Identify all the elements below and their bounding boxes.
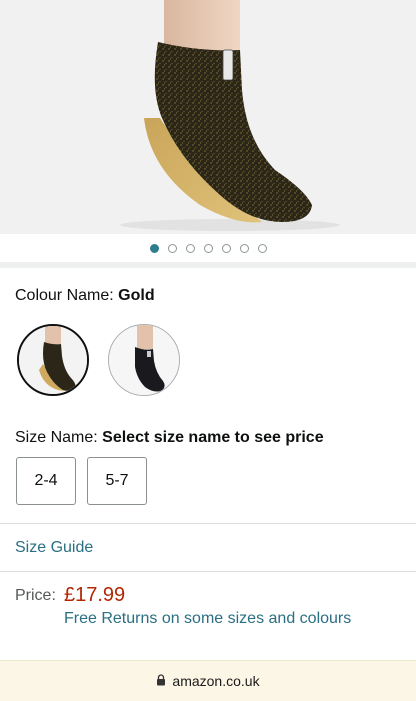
size-label-row: Size Name: Select size name to see price xyxy=(15,428,324,448)
colour-swatch-black[interactable] xyxy=(108,324,180,396)
carousel-dot[interactable] xyxy=(149,243,159,253)
size-button-2-4[interactable]: 2-4 xyxy=(16,457,76,505)
colour-label: Colour Name: xyxy=(15,287,114,304)
section-divider xyxy=(0,262,416,268)
browser-url: amazon.co.uk xyxy=(172,673,260,689)
carousel-dots xyxy=(0,240,416,256)
colour-swatch-gold[interactable] xyxy=(17,324,89,396)
size-button-label: 5-7 xyxy=(105,472,129,489)
product-photo xyxy=(120,0,340,231)
carousel-dot[interactable] xyxy=(257,243,267,253)
carousel-dot[interactable] xyxy=(239,243,249,253)
size-guide-link[interactable]: Size Guide xyxy=(15,538,93,558)
size-label: Size Name: xyxy=(15,429,98,446)
section-divider xyxy=(0,571,416,572)
size-button-label: 2-4 xyxy=(34,472,58,489)
browser-address-bar[interactable]: amazon.co.uk xyxy=(0,660,416,701)
colour-value: Gold xyxy=(118,287,155,304)
black-sock-thumbnail xyxy=(109,325,179,395)
gold-sock-thumbnail xyxy=(19,326,87,394)
colour-label-row: Colour Name: Gold xyxy=(15,286,155,306)
carousel-dot[interactable] xyxy=(167,243,177,253)
lock-icon xyxy=(156,673,166,689)
carousel-dot[interactable] xyxy=(185,243,195,253)
size-button-5-7[interactable]: 5-7 xyxy=(87,457,147,505)
price-label: Price: xyxy=(15,587,56,604)
price-value: £17.99 xyxy=(64,584,126,606)
carousel-dot[interactable] xyxy=(221,243,231,253)
size-prompt: Select size name to see price xyxy=(102,429,324,446)
free-returns-link[interactable]: Free Returns on some sizes and colours xyxy=(64,610,351,628)
carousel-dot[interactable] xyxy=(203,243,213,253)
section-divider xyxy=(0,523,416,524)
product-image[interactable] xyxy=(0,0,416,234)
